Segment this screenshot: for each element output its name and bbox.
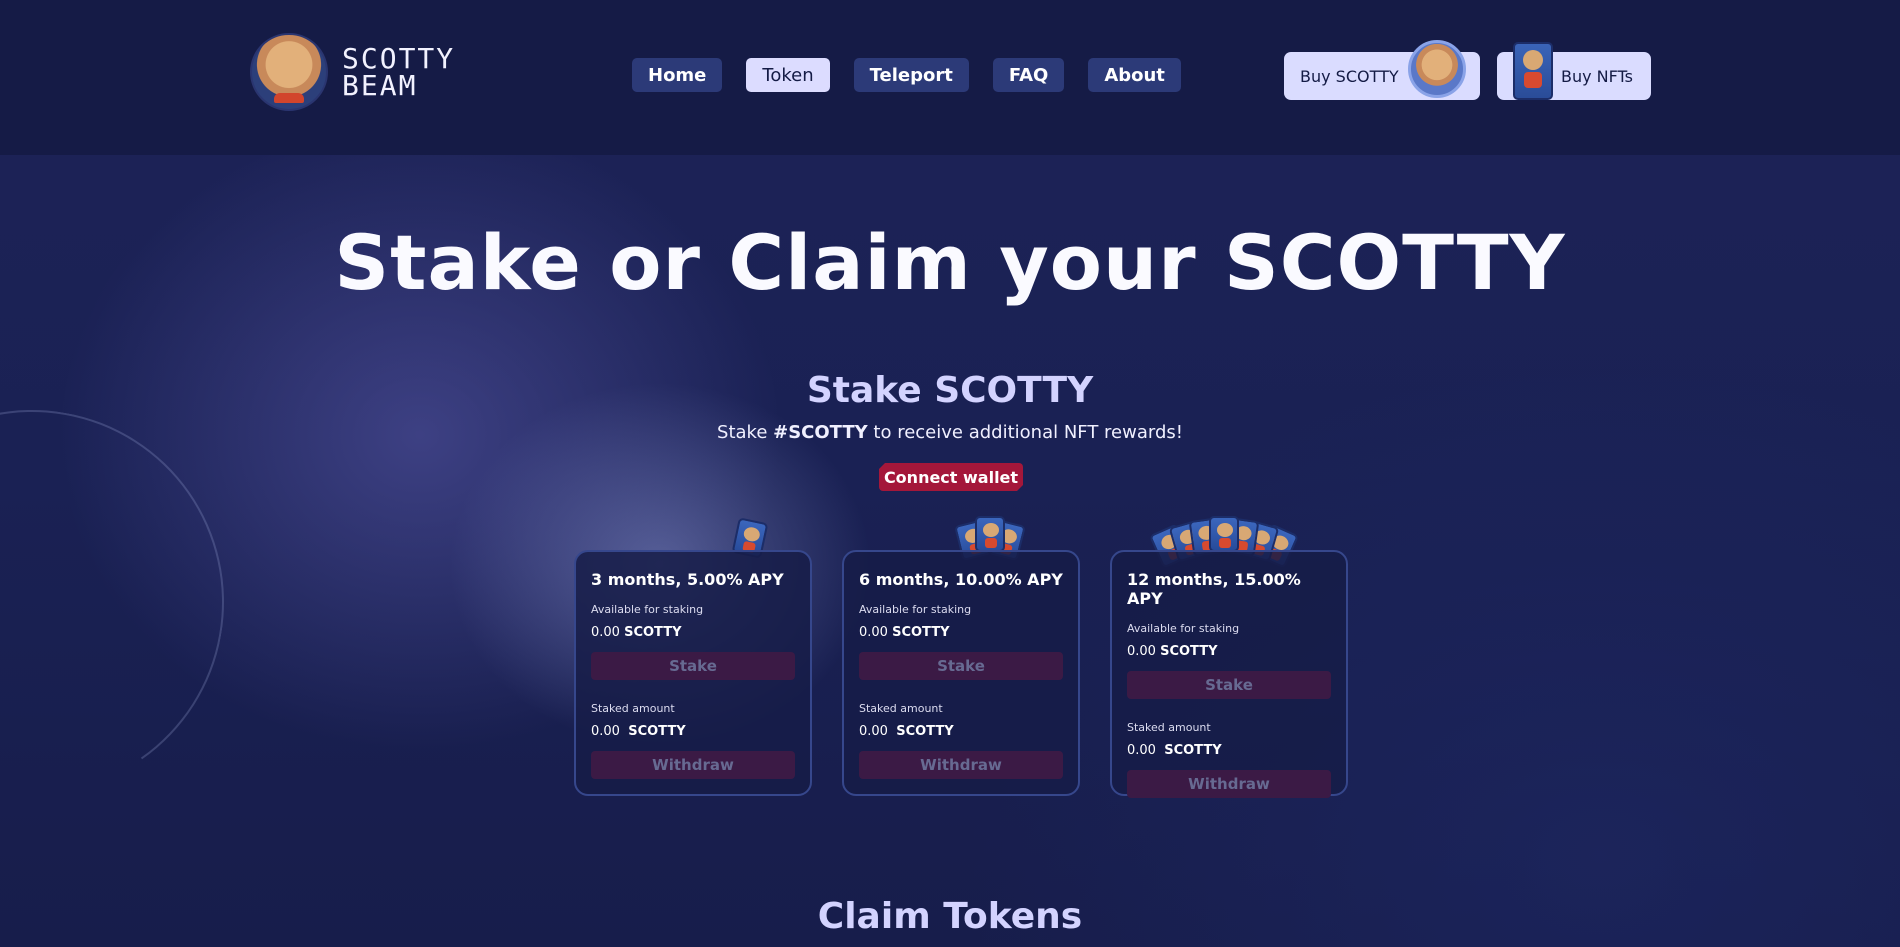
available-token: SCOTTY bbox=[892, 625, 950, 640]
withdraw-button[interactable]: Withdraw bbox=[1127, 770, 1331, 798]
logo-text-line1: SCOTTY bbox=[342, 42, 456, 75]
stake-card-3-months: 3 months, 5.00% APY Available for stakin… bbox=[574, 550, 812, 796]
connect-wallet-button[interactable]: Connect wallet bbox=[879, 463, 1023, 491]
stake-button[interactable]: Stake bbox=[859, 652, 1063, 680]
scotty-hamster-avatar-icon bbox=[250, 33, 328, 111]
staked-value: 0.00 bbox=[1127, 743, 1156, 758]
staked-value: 0.00 bbox=[859, 724, 888, 739]
available-value: 0.00 bbox=[859, 625, 888, 640]
staked-amount: 0.00 SCOTTY bbox=[1127, 743, 1331, 758]
page-title: Stake or Claim your SCOTTY bbox=[334, 218, 1566, 307]
withdraw-button[interactable]: Withdraw bbox=[859, 751, 1063, 779]
claim-section-title: Claim Tokens bbox=[817, 896, 1083, 937]
logo-text: SCOTTY BEAM bbox=[342, 42, 456, 102]
available-token: SCOTTY bbox=[624, 625, 682, 640]
nav-teleport[interactable]: Teleport bbox=[853, 58, 969, 92]
staked-label: Staked amount bbox=[591, 702, 675, 715]
buy-scotty-label: Buy SCOTTY bbox=[1300, 66, 1399, 86]
nft-card-icon bbox=[1513, 42, 1553, 100]
stake-section-title: Stake SCOTTY bbox=[806, 370, 1094, 411]
stake-card-12-months: 12 months, 15.00% APY Available for stak… bbox=[1110, 550, 1348, 798]
staked-label: Staked amount bbox=[1127, 721, 1211, 734]
nav-home[interactable]: Home bbox=[632, 58, 723, 92]
available-label: Available for staking bbox=[1127, 622, 1240, 635]
available-value: 0.00 bbox=[1127, 644, 1156, 659]
buy-nfts-label: Buy NFTs bbox=[1560, 66, 1633, 86]
available-amount: 0.00 SCOTTY bbox=[591, 625, 795, 640]
available-label: Available for staking bbox=[591, 603, 704, 616]
nav-token[interactable]: Token bbox=[746, 58, 830, 92]
main-nav: Home Token Teleport FAQ About bbox=[632, 58, 1181, 92]
stake-sub-prefix: Stake bbox=[717, 422, 774, 443]
available-label: Available for staking bbox=[859, 603, 972, 616]
stake-sub-suffix: to receive additional NFT rewards! bbox=[867, 422, 1183, 443]
stake-section-subtitle: Stake #SCOTTY to receive additional NFT … bbox=[0, 422, 1900, 443]
staked-label: Staked amount bbox=[859, 702, 943, 715]
stake-card-title: 3 months, 5.00% APY bbox=[591, 570, 784, 589]
nft-card-icon bbox=[1209, 516, 1239, 552]
top-header: SCOTTY BEAM Home Token Teleport FAQ Abou… bbox=[0, 0, 1900, 155]
stake-sub-hashtag: #SCOTTY bbox=[773, 422, 868, 443]
staked-value: 0.00 bbox=[591, 724, 620, 739]
staked-token: SCOTTY bbox=[628, 724, 686, 739]
stake-card-6-months: 6 months, 10.00% APY Available for staki… bbox=[842, 550, 1080, 796]
staked-amount: 0.00 SCOTTY bbox=[591, 724, 795, 739]
available-value: 0.00 bbox=[591, 625, 620, 640]
nav-about[interactable]: About bbox=[1088, 58, 1181, 92]
stake-button[interactable]: Stake bbox=[591, 652, 795, 680]
available-amount: 0.00 SCOTTY bbox=[1127, 644, 1331, 659]
staked-amount: 0.00 SCOTTY bbox=[859, 724, 1063, 739]
stake-card-title: 12 months, 15.00% APY bbox=[1127, 570, 1301, 608]
nav-faq[interactable]: FAQ bbox=[992, 58, 1065, 92]
site-logo[interactable]: SCOTTY BEAM bbox=[250, 33, 455, 111]
buy-nfts-button[interactable]: Buy NFTs bbox=[1497, 42, 1651, 100]
nft-card-icon bbox=[975, 516, 1005, 552]
stake-button[interactable]: Stake bbox=[1127, 671, 1331, 699]
scotty-coin-avatar-icon bbox=[1408, 40, 1466, 98]
buy-scotty-button[interactable]: Buy SCOTTY bbox=[1284, 40, 1480, 100]
available-amount: 0.00 SCOTTY bbox=[859, 625, 1063, 640]
withdraw-button[interactable]: Withdraw bbox=[591, 751, 795, 779]
logo-text-line2: BEAM bbox=[342, 69, 418, 102]
available-token: SCOTTY bbox=[1160, 644, 1218, 659]
staked-token: SCOTTY bbox=[896, 724, 954, 739]
stake-card-title: 6 months, 10.00% APY bbox=[859, 570, 1063, 589]
staked-token: SCOTTY bbox=[1164, 743, 1222, 758]
